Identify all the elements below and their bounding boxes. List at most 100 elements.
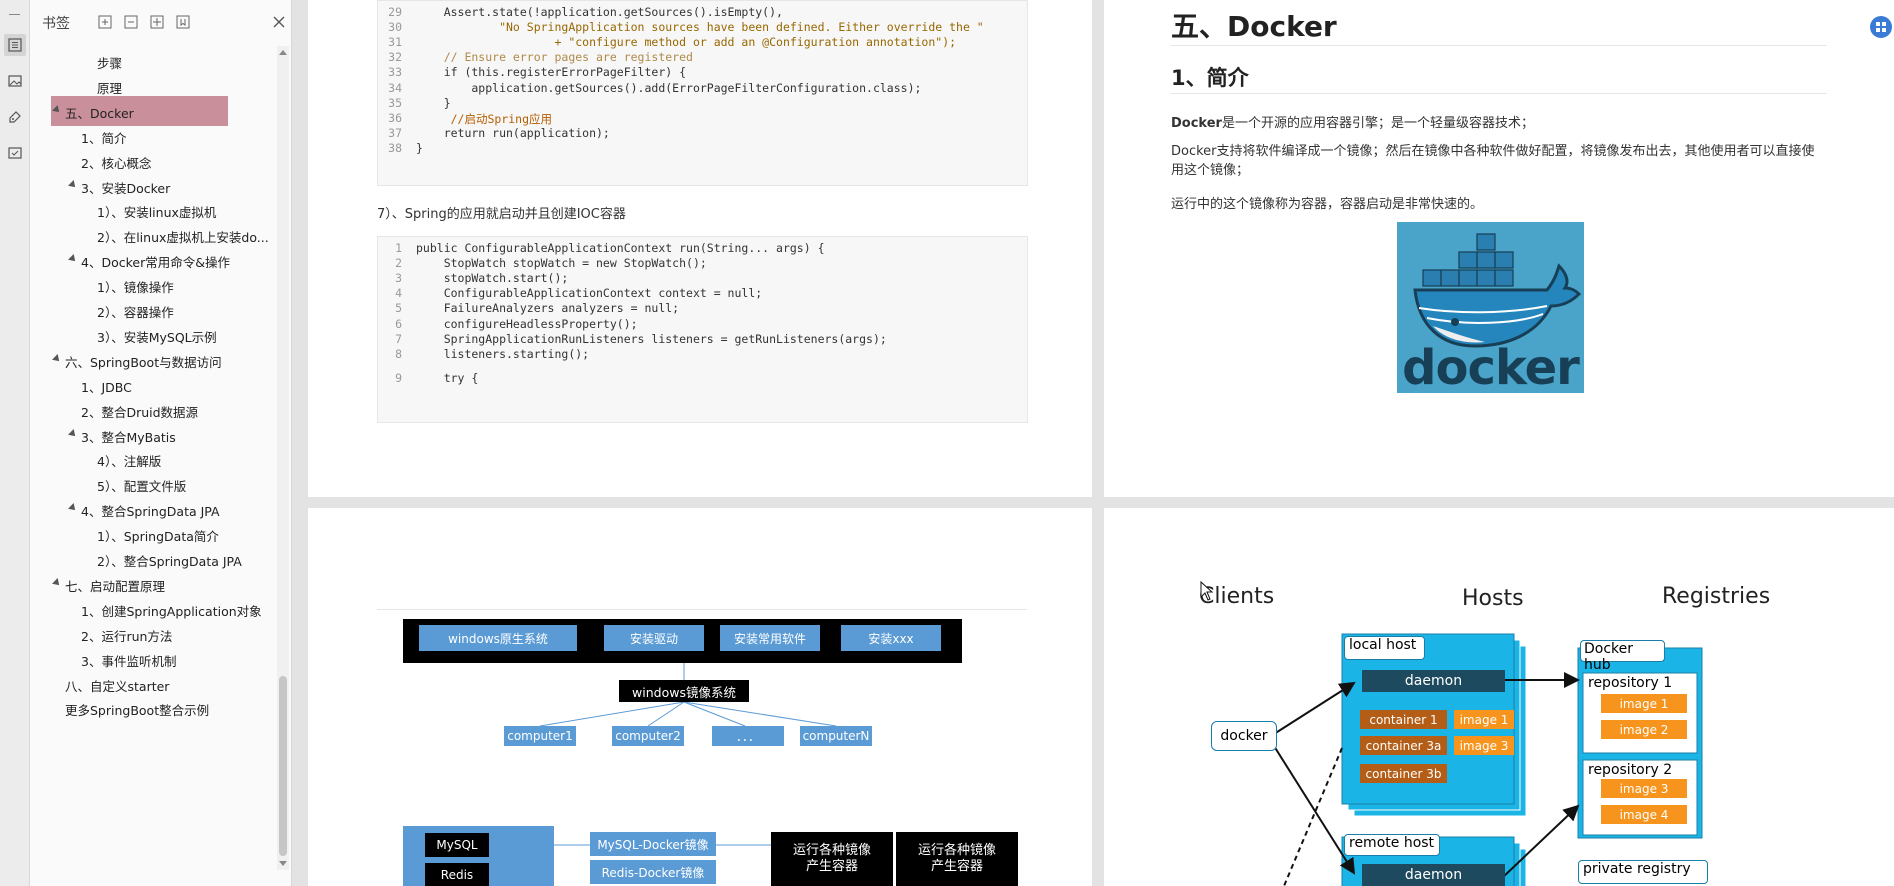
code-text: application.getSources().add(ErrorPageFi… [416,80,922,95]
host-image-box: image 3 [1454,736,1514,755]
db-image-box: MySQL-Docker镜像 [590,832,716,856]
sidebar-item-label: 2）、容器操作 [97,305,174,320]
line-number: 38 [388,140,402,155]
intro-paragraph-2: Docker支持将软件编译成一个镜像；然后在镜像中各种软件做好配置，将镜像发布出… [1171,144,1815,178]
sidebar-item-label: 3、事件监听机制 [81,653,177,669]
code-text: configureHeadlessProperty(); [416,316,638,331]
db-group: MySQL Redis [403,826,554,886]
annotation-icon[interactable] [4,106,26,128]
expand-arrow-icon[interactable] [68,254,78,265]
sidebar-item-label: 2）、整合SpringData JPA [97,554,242,569]
repo-image-box: image 1 [1601,694,1687,713]
sidebar-item-label: 2、运行run方法 [81,628,173,644]
code-block-1: 29 Assert.state(!application.getSources(… [377,0,1028,186]
document-viewer: 29 Assert.state(!application.getSources(… [292,0,1894,886]
heading-intro: 1、简介 [1171,66,1249,90]
panel-title: 书签 [42,16,70,32]
code-text: if (this.registerErrorPageFilter) { [416,65,687,80]
line-number: 3 [395,271,402,286]
add-bookmark-icon[interactable] [149,14,165,30]
line-number: 29 [388,5,402,19]
line-number: 1 [395,241,402,255]
docker-logo-text: docker [1402,340,1580,396]
sidebar-item-label: 六、SpringBoot与数据访问 [65,354,222,370]
sidebar-item-label: 1）、SpringData简介 [97,529,219,545]
bookmark-icon[interactable] [4,34,26,56]
sidebar-item-label: 4）、注解版 [97,454,162,470]
sidebar-item-label: 2、核心概念 [81,155,152,171]
remote-host-label: remote host [1344,834,1440,856]
bookmark-panel: 书签 步骤 原理 五、Docker 1、简介 2、核心概念 3、安装Docker 1）、安装… [30,0,292,886]
expand-arrow-icon[interactable] [52,353,62,364]
host-image-box: image 1 [1454,710,1514,729]
line-number: 4 [395,286,402,301]
intro-paragraph-1: Docker是一个开源的应用容器引擎；是一个轻量级容器技术； [1171,116,1534,131]
line-number: 31 [388,35,402,50]
computer-box: computer2 [612,726,684,746]
expand-arrow-icon[interactable] [68,428,78,439]
expand-arrow-icon[interactable] [68,503,78,514]
attachment-icon[interactable] [4,142,26,164]
heading-docker: 五、Docker [1171,10,1337,43]
remote-daemon-box: daemon [1362,864,1505,886]
sidebar-item-label: 更多SpringBoot整合示例 [65,703,210,719]
sidebar-item-label: 5）、配置文件版 [97,479,187,495]
code-text: StopWatch stopWatch = new StopWatch(); [416,256,707,271]
line-number: 32 [388,50,402,65]
db-image-box: Redis-Docker镜像 [590,860,716,884]
daemon-box: daemon [1362,670,1505,692]
expand-arrow-icon[interactable] [52,577,62,588]
code-text: } [416,140,423,155]
rail-grip[interactable] [9,14,20,15]
sidebar-item-label: 2）、在linux虚拟机上安装do... [97,230,269,246]
code-text: + "configure method or add an @Configura… [416,35,957,50]
computer-box: computerN [800,726,872,746]
line-number: 30 [388,20,402,35]
line-number: 34 [388,80,402,95]
thumbnail-icon[interactable] [4,70,26,92]
code-text: "No SpringApplication sources have been … [416,20,984,35]
computer-box: computer1 [504,726,576,746]
collapse-all-icon[interactable] [123,14,139,30]
docker-hub-label: Docker hub [1580,640,1665,673]
code-text: ConfigurableApplicationContext context =… [416,286,763,301]
code-text: SpringApplicationRunListeners listeners … [416,331,887,346]
repo-image-box: image 4 [1601,805,1687,824]
code-text: public ConfigurableApplicationContext ru… [416,241,825,255]
repo1-label: repository 1 [1588,675,1673,691]
sidebar-scrollbar[interactable] [277,46,289,870]
repo2-label: repository 2 [1588,762,1673,778]
sidebar-item-label: 步骤 [97,56,123,71]
line-number: 35 [388,95,402,110]
page-docker-arch: Clients Hosts Registries local host daem… [1104,508,1894,886]
db-box: MySQL [425,833,489,857]
sidebar-item-label: 1）、安装linux虚拟机 [97,205,217,221]
expand-arrow-icon[interactable] [52,104,62,115]
sidebar-item[interactable]: 更多SpringBoot整合示例 [51,693,309,723]
scrollbar-thumb[interactable] [279,676,287,856]
sidebar-item-label: 4、整合SpringData JPA [81,504,220,520]
line-number: 6 [395,316,402,331]
intro-paragraph-3: 运行中的这个镜像称为容器，容器启动是非常快速的。 [1171,197,1484,212]
page-code: 29 Assert.state(!application.getSources(… [308,0,1092,497]
sidebar-item-label: 八、自定义starter [65,678,170,694]
db-box: Redis [425,863,489,886]
sidebar-item-label: 3、安装Docker [81,180,171,196]
expand-all-icon[interactable] [97,14,113,30]
code-text: Assert.state(!application.getSources().i… [416,5,783,19]
sidebar-item-label: 3）、安装MySQL示例 [97,329,217,345]
sidebar-item-label: 1、创建SpringApplication对象 [81,603,262,619]
expand-arrow-icon[interactable] [68,179,78,190]
repo-image-box: image 2 [1601,720,1687,739]
left-rail [0,0,30,886]
page-docker-intro: 五、Docker 1、简介 Docker是一个开源的应用容器引擎；是一个轻量级容… [1104,0,1894,497]
line-number: 36 [388,110,402,125]
float-tool-button[interactable] [1870,16,1892,38]
container-box: container 1 [1360,710,1447,729]
close-icon[interactable] [272,14,288,30]
bookmark-settings-icon[interactable] [175,14,191,30]
sidebar-item-label: 1、简介 [81,130,127,146]
sidebar-item-label: 4、Docker常用命令&操作 [81,255,230,271]
local-host-label: local host [1344,636,1425,660]
code-text: try { [416,370,479,385]
